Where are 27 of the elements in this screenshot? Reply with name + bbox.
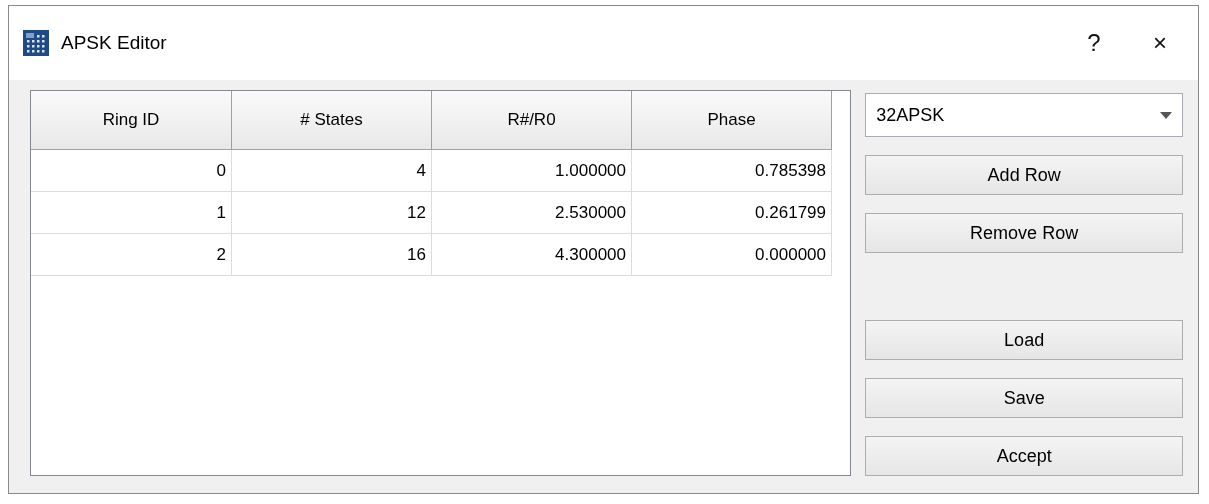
table-cell[interactable]: 0.785398 xyxy=(632,150,832,192)
table-cell[interactable]: 1.000000 xyxy=(432,150,632,192)
row-action-button[interactable]: Add Row xyxy=(865,155,1183,195)
table-cell[interactable]: 12 xyxy=(232,192,432,234)
window-title: APSK Editor xyxy=(61,32,168,54)
help-button[interactable]: ? xyxy=(1066,23,1122,63)
column-header[interactable]: # States xyxy=(232,91,432,150)
table-cell[interactable]: 2.530000 xyxy=(432,192,632,234)
file-action-button[interactable]: Accept xyxy=(865,436,1183,476)
column-header[interactable]: Phase xyxy=(632,91,832,150)
dropdown-caret-icon xyxy=(1160,111,1172,119)
row-action-button[interactable]: Remove Row xyxy=(865,213,1183,253)
column-header[interactable]: Ring ID xyxy=(31,91,232,150)
grid-app-icon xyxy=(23,30,49,56)
table-cell[interactable]: 2 xyxy=(31,234,232,276)
table-cell[interactable]: 1 xyxy=(31,192,232,234)
column-header[interactable]: R#/R0 xyxy=(432,91,632,150)
preset-dropdown[interactable]: 32APSK xyxy=(865,93,1183,137)
file-action-button[interactable]: Load xyxy=(865,320,1183,360)
close-button[interactable]: × xyxy=(1132,23,1188,63)
table-cell[interactable]: 0.261799 xyxy=(632,192,832,234)
table-cell[interactable]: 0.000000 xyxy=(632,234,832,276)
file-action-button[interactable]: Save xyxy=(865,378,1183,418)
table-cell[interactable]: 4 xyxy=(232,150,432,192)
table-cell[interactable]: 16 xyxy=(232,234,432,276)
table-cell[interactable]: 0 xyxy=(31,150,232,192)
table-cell[interactable]: 4.300000 xyxy=(432,234,632,276)
